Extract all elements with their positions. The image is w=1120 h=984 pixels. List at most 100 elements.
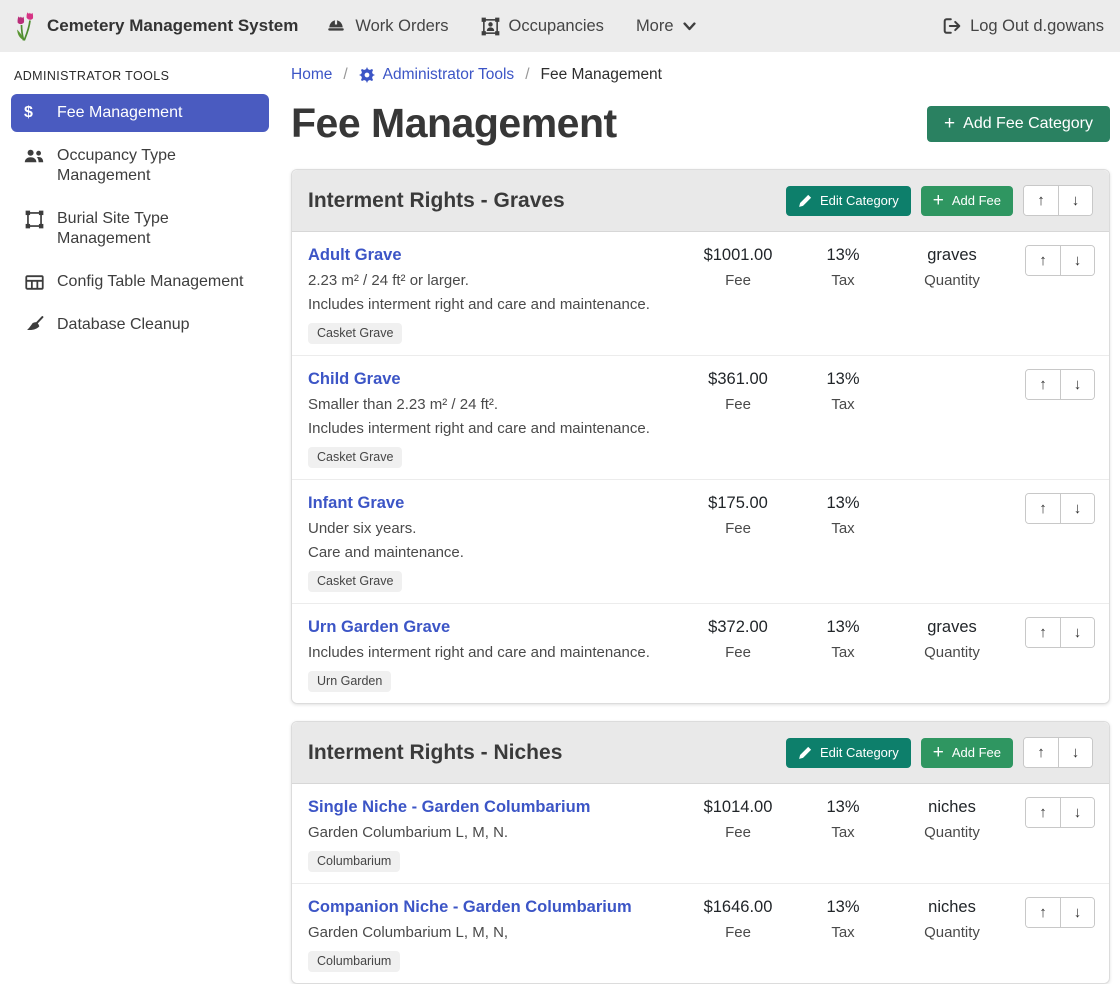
- breadcrumb-separator: /: [525, 66, 529, 84]
- arrow-down-icon: ↓: [1074, 376, 1082, 393]
- edit-category-button[interactable]: Edit Category: [786, 738, 911, 768]
- quantity-label: Quantity: [893, 824, 1011, 841]
- fee-description: Includes interment right and care and ma…: [308, 644, 683, 662]
- move-fee-up-button[interactable]: ↑: [1026, 898, 1060, 927]
- fee-name-link[interactable]: Companion Niche - Garden Columbarium: [308, 897, 632, 918]
- fee-name-link[interactable]: Single Niche - Garden Columbarium: [308, 797, 590, 818]
- fee-description: Includes interment right and care and ma…: [308, 296, 683, 314]
- quantity-value: niches: [893, 897, 1011, 918]
- edit-category-label: Edit Category: [820, 193, 899, 208]
- sidebar-item-label: Occupancy Type Management: [57, 146, 256, 186]
- logout-label: Log Out d.gowans: [970, 17, 1104, 36]
- fee-name-link[interactable]: Urn Garden Grave: [308, 617, 450, 638]
- arrow-up-icon: ↑: [1039, 252, 1047, 269]
- page-title: Fee Management: [291, 100, 617, 147]
- sidebar-item-label: Database Cleanup: [57, 315, 190, 335]
- move-category-down-button[interactable]: ↓: [1058, 186, 1092, 215]
- fee-row: Infant Grave Under six years.Care and ma…: [292, 480, 1109, 604]
- fee-name-link[interactable]: Infant Grave: [308, 493, 404, 514]
- logout-icon: [942, 17, 961, 35]
- sidebar-item-config-table-management[interactable]: Config Table Management: [11, 263, 269, 301]
- sidebar-item-fee-management[interactable]: $Fee Management: [11, 94, 269, 132]
- edit-category-button[interactable]: Edit Category: [786, 186, 911, 216]
- fee-description: Smaller than 2.23 m² / 24 ft².: [308, 396, 683, 414]
- people-icon: [24, 146, 44, 166]
- nav-item-label: Occupancies: [509, 17, 604, 36]
- fee-amount-label: Fee: [683, 520, 793, 537]
- main-content: Home / Administrator Tools / Fee Managem…: [280, 52, 1120, 984]
- fee-tag: Columbarium: [308, 851, 400, 872]
- quantity-value: graves: [893, 617, 1011, 638]
- arrow-up-icon: ↑: [1039, 500, 1047, 517]
- move-category-up-button[interactable]: ↑: [1024, 186, 1058, 215]
- fee-tags: Casket Grave: [308, 447, 683, 468]
- move-fee-up-button[interactable]: ↑: [1026, 618, 1060, 647]
- chevron-down-icon: [683, 22, 696, 31]
- move-fee-down-button[interactable]: ↓: [1060, 246, 1094, 275]
- arrow-up-icon: ↑: [1037, 192, 1045, 209]
- move-fee-up-button[interactable]: ↑: [1026, 798, 1060, 827]
- tax-value: 13%: [793, 797, 893, 818]
- sidebar-item-burial-site-type-management[interactable]: Burial Site Type Management: [11, 200, 269, 258]
- quantity-label: Quantity: [893, 644, 1011, 661]
- add-fee-button[interactable]: + Add Fee: [921, 738, 1013, 768]
- quantity-label: Quantity: [893, 924, 1011, 941]
- add-fee-category-button[interactable]: + Add Fee Category: [927, 106, 1110, 142]
- move-fee-up-button[interactable]: ↑: [1026, 246, 1060, 275]
- add-fee-label: Add Fee: [952, 745, 1001, 760]
- sidebar-item-database-cleanup[interactable]: Database Cleanup: [11, 306, 269, 344]
- fee-row: Single Niche - Garden Columbarium Garden…: [292, 784, 1109, 884]
- tax-value: 13%: [793, 369, 893, 390]
- fee-name-link[interactable]: Adult Grave: [308, 245, 402, 266]
- move-category-up-button[interactable]: ↑: [1024, 738, 1058, 767]
- breadcrumb-admin-tools-link[interactable]: Administrator Tools: [359, 66, 515, 84]
- app-title: Cemetery Management System: [47, 16, 298, 36]
- arrow-up-icon: ↑: [1039, 624, 1047, 641]
- tax-label: Tax: [793, 272, 893, 289]
- nav-item-occupancies[interactable]: Occupancies: [481, 17, 604, 36]
- fee-description: Garden Columbarium L, M, N.: [308, 824, 683, 842]
- move-fee-down-button[interactable]: ↓: [1060, 494, 1094, 523]
- move-fee-down-button[interactable]: ↓: [1060, 618, 1094, 647]
- arrow-up-icon: ↑: [1037, 744, 1045, 761]
- breadcrumb-current: Fee Management: [541, 66, 663, 84]
- move-fee-up-button[interactable]: ↑: [1026, 494, 1060, 523]
- breadcrumb-admin-tools-label: Administrator Tools: [383, 66, 515, 84]
- fee-description: Under six years.: [308, 520, 683, 538]
- category-fee-list: Single Niche - Garden Columbarium Garden…: [292, 784, 1109, 983]
- category-header: Interment Rights - Graves Edit Category …: [292, 170, 1109, 232]
- move-fee-down-button[interactable]: ↓: [1060, 898, 1094, 927]
- move-fee-down-button[interactable]: ↓: [1060, 370, 1094, 399]
- fee-amount: $1646.00: [683, 897, 793, 918]
- fee-tag: Casket Grave: [308, 447, 402, 468]
- fee-row: Companion Niche - Garden Columbarium Gar…: [292, 884, 1109, 983]
- add-fee-label: Add Fee: [952, 193, 1001, 208]
- nav-item-label: More: [636, 17, 674, 36]
- pencil-icon: [798, 194, 812, 208]
- tax-label: Tax: [793, 396, 893, 413]
- nav-item-work-orders[interactable]: Work Orders: [326, 17, 448, 36]
- logout-button[interactable]: Log Out d.gowans: [942, 17, 1104, 36]
- move-fee-down-button[interactable]: ↓: [1060, 798, 1094, 827]
- tax-label: Tax: [793, 824, 893, 841]
- fee-tag: Columbarium: [308, 951, 400, 972]
- fee-tag: Urn Garden: [308, 671, 391, 692]
- fee-amount: $175.00: [683, 493, 793, 514]
- nav-item-more[interactable]: More: [636, 17, 696, 36]
- move-fee-up-button[interactable]: ↑: [1026, 370, 1060, 399]
- add-fee-button[interactable]: + Add Fee: [921, 186, 1013, 216]
- fee-name-link[interactable]: Child Grave: [308, 369, 401, 390]
- breadcrumb-home-link[interactable]: Home: [291, 66, 332, 84]
- add-fee-category-label: Add Fee Category: [963, 115, 1093, 133]
- fee-descriptions: Under six years.Care and maintenance.: [308, 520, 683, 562]
- sidebar-item-occupancy-type-management[interactable]: Occupancy Type Management: [11, 137, 269, 195]
- breadcrumb: Home / Administrator Tools / Fee Managem…: [291, 64, 1110, 90]
- fee-reorder-group: ↑ ↓: [1025, 245, 1095, 276]
- fee-amount: $361.00: [683, 369, 793, 390]
- fee-reorder-group: ↑ ↓: [1025, 369, 1095, 400]
- fee-descriptions: 2.23 m² / 24 ft² or larger.Includes inte…: [308, 272, 683, 314]
- move-category-down-button[interactable]: ↓: [1058, 738, 1092, 767]
- fee-amount-label: Fee: [683, 644, 793, 661]
- fee-descriptions: Garden Columbarium L, M, N.: [308, 824, 683, 842]
- edit-category-label: Edit Category: [820, 745, 899, 760]
